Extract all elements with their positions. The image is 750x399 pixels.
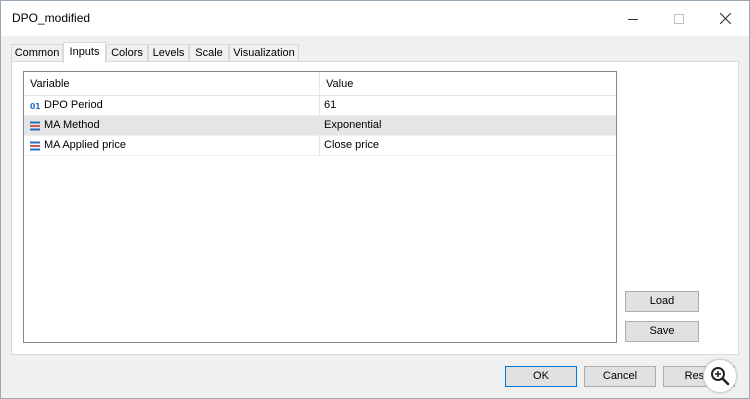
minimize-icon [628,18,638,20]
title-bar[interactable]: DPO_modified [1,1,749,36]
column-header-value[interactable]: Value [320,72,616,95]
load-button[interactable]: Load [625,291,699,312]
tab-inputs[interactable]: Inputs [63,42,106,63]
variable-value[interactable]: Exponential [324,116,382,136]
dialog-window: DPO_modified Common Inputs Colors Levels… [0,0,750,399]
close-icon [719,13,731,24]
table-row[interactable]: 01 DPO Period 61 [24,96,616,116]
zoom-in-icon[interactable] [703,359,737,393]
integer-icon: 01 [29,101,41,111]
maximize-button [656,1,702,36]
column-header-variable[interactable]: Variable [24,72,319,95]
maximize-icon [674,13,684,24]
window-title: DPO_modified [12,11,91,25]
cell-separator [319,96,320,116]
close-button[interactable] [702,1,748,36]
cell-separator [319,136,320,156]
tab-common[interactable]: Common [11,44,63,61]
variable-name: MA Applied price [44,139,126,151]
cancel-button[interactable]: Cancel [584,366,656,387]
table-row[interactable]: MA Method Exponential [24,116,616,136]
table-header: Variable Value [24,72,616,96]
inputs-table: Variable Value 01 DPO Period 61 MA Metho… [23,71,617,343]
variable-value[interactable]: 61 [324,96,336,116]
ok-button[interactable]: OK [505,366,577,387]
minimize-button[interactable] [610,1,656,36]
cell-separator [319,116,320,136]
variable-name: DPO Period [44,99,103,111]
variable-name: MA Method [44,119,100,131]
enum-list-icon [28,136,42,156]
tab-colors[interactable]: Colors [106,44,148,61]
tab-scale[interactable]: Scale [189,44,229,61]
save-button[interactable]: Save [625,321,699,342]
table-row[interactable]: MA Applied price Close price [24,136,616,156]
tab-visualization[interactable]: Visualization [229,44,299,61]
variable-value[interactable]: Close price [324,136,379,156]
enum-list-icon [28,116,42,136]
tab-levels[interactable]: Levels [148,44,189,61]
